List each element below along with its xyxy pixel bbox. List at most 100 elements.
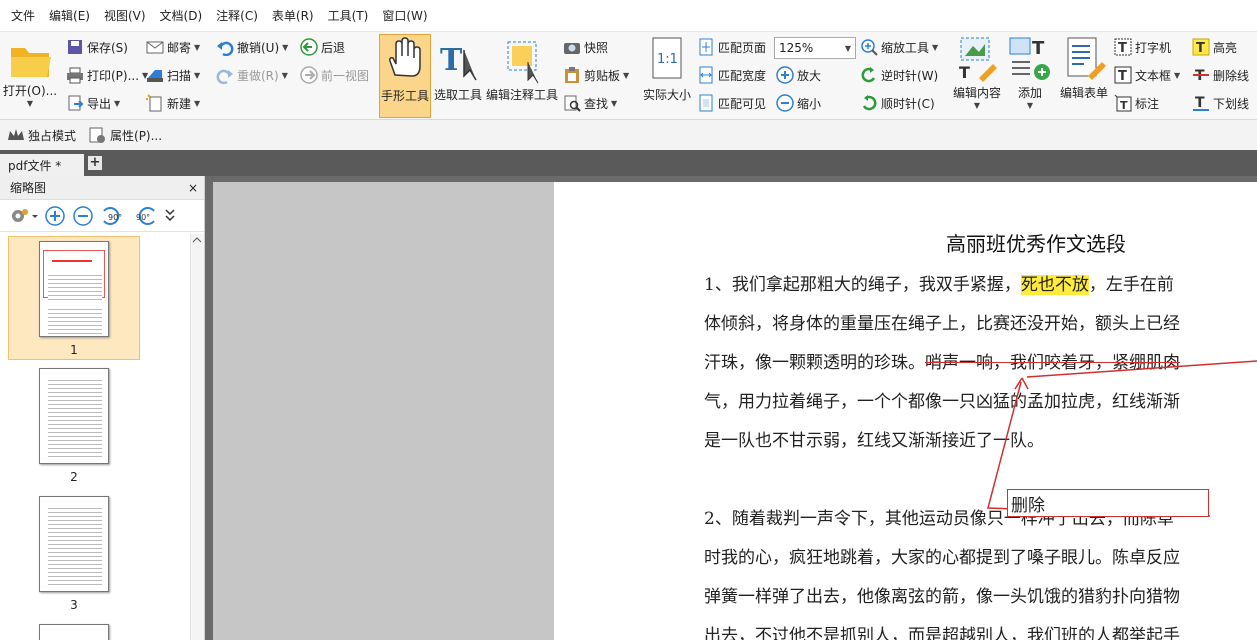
undo-button[interactable]: 撤销(U) ▼ (216, 36, 288, 58)
underline-button[interactable]: T 下划线 (1192, 92, 1249, 114)
chevron-down-icon: ▼ (194, 98, 201, 108)
actual-size-icon: 1:1 (652, 37, 682, 79)
textbox-button[interactable]: T 文本框 ▼ (1114, 64, 1180, 86)
textbox-icon: T (1114, 66, 1132, 84)
thumbnail-page-4[interactable] (8, 624, 140, 640)
menu-document[interactable]: 文档(D) (153, 0, 210, 32)
svg-text:T: T (1118, 69, 1127, 84)
select-tool-button[interactable]: T 选取工具 (432, 36, 484, 103)
zoom-tool-button[interactable]: 缩放工具 ▼ (860, 36, 938, 58)
zoom-in-icon (776, 66, 794, 84)
document-view[interactable]: 高丽班优秀作文选段 1、我们拿起那粗大的绳子，我双手紧握，死也不放，左手在前 体… (205, 176, 1257, 640)
add-button[interactable]: T 添加 ▼ (1006, 34, 1054, 110)
crown-icon (8, 129, 24, 140)
edit-annotation-tool-button[interactable]: 编辑注释工具 (485, 36, 559, 103)
forward-view-button[interactable]: 前一视图 (300, 64, 369, 86)
zoom-in-circle-icon[interactable] (44, 205, 66, 227)
callout-icon: T (1114, 94, 1132, 112)
thumbnail-scrollbar[interactable] (190, 234, 204, 640)
back-button[interactable]: 后退 (300, 36, 345, 58)
zoom-out-circle-icon[interactable] (72, 205, 94, 227)
zoom-out-button[interactable]: 缩小 (776, 92, 821, 114)
rotate-right-90-icon[interactable]: 90° (132, 205, 158, 227)
panel-title: 缩略图 (10, 181, 47, 195)
chevron-down-icon: ▼ (1174, 70, 1181, 80)
tab-pdf-file[interactable]: pdf文件 * (0, 154, 84, 176)
double-chevron-down-icon[interactable] (164, 205, 176, 227)
clipboard-button[interactable]: 剪贴板 ▼ (563, 64, 629, 86)
thumbnail-page-1[interactable]: 1 (8, 236, 140, 360)
chevron-down-icon: ▼ (611, 98, 618, 108)
callout-button[interactable]: T 标注 (1114, 92, 1159, 114)
chevron-down-icon: ▼ (194, 70, 201, 80)
fit-width-button[interactable]: 匹配宽度 (697, 64, 766, 86)
thumbnail-page-2[interactable]: 2 (8, 368, 140, 484)
scanner-icon (147, 70, 163, 82)
thumbnail-page-3[interactable]: 3 (8, 496, 140, 612)
new-tab-button[interactable]: + (88, 156, 102, 170)
strikeout-icon: T (1193, 68, 1209, 84)
printer-icon (67, 67, 83, 84)
rotate-ccw-button[interactable]: 逆时针(W) (860, 64, 938, 86)
menu-tools[interactable]: 工具(T) (321, 0, 376, 32)
text-cursor-icon: T (440, 43, 477, 81)
annotation-popup-note[interactable]: 删除 (1007, 489, 1209, 517)
open-button[interactable]: 打开(O)... ▼ (2, 38, 58, 108)
pdf-page[interactable]: 高丽班优秀作文选段 1、我们拿起那粗大的绳子，我双手紧握，死也不放，左手在前 体… (554, 182, 1257, 640)
rotate-left-90-icon[interactable]: 90° (100, 205, 126, 227)
rotate-left-icon (861, 67, 876, 83)
new-button[interactable]: 新建 ▼ (146, 92, 200, 114)
menu-window[interactable]: 窗口(W) (375, 0, 434, 32)
page-number: 1 (70, 343, 78, 357)
fit-page-button[interactable]: 匹配页面 (697, 36, 766, 58)
zoom-combobox[interactable]: 125% ▼ (774, 37, 856, 59)
find-document-icon (564, 95, 581, 112)
menu-view[interactable]: 视图(V) (97, 0, 153, 32)
mail-button[interactable]: 邮寄 ▼ (146, 36, 200, 58)
page-number: 3 (70, 598, 78, 612)
properties-button[interactable]: 属性(P)... (88, 126, 162, 144)
svg-text:1:1: 1:1 (657, 52, 678, 67)
chevron-down-icon: ▼ (623, 70, 630, 80)
svg-text:T: T (1120, 99, 1128, 112)
rotate-cw-button[interactable]: 顺时针(C) (860, 92, 935, 114)
rotate-right-icon (862, 95, 877, 111)
print-button[interactable]: 打印(P)... ▼ (66, 64, 148, 86)
menu-file[interactable]: 文件 (4, 0, 42, 32)
edit-form-button[interactable]: 编辑表单 (1056, 34, 1112, 101)
menu-form[interactable]: 表单(R) (265, 0, 321, 32)
scroll-up-icon[interactable] (191, 235, 203, 245)
save-button[interactable]: 保存(S) (66, 36, 128, 58)
close-panel-button[interactable]: × (188, 181, 198, 195)
highlight-button[interactable]: T 高亮 (1192, 36, 1237, 58)
svg-text:T: T (1118, 41, 1127, 56)
typewriter-button[interactable]: T 打字机 (1114, 36, 1171, 58)
chevron-down-icon: ▼ (114, 98, 121, 108)
actual-size-button[interactable]: 1:1 实际大小 (640, 36, 694, 103)
page-thumbnail (39, 241, 109, 337)
hand-tool-button[interactable]: 手形工具 (379, 34, 431, 118)
exclusive-mode-button[interactable]: 独占模式 (6, 126, 76, 144)
typewriter-icon: T (1114, 38, 1132, 56)
thumbnail-panel-header: 缩略图 × (0, 176, 204, 200)
fit-visible-button[interactable]: 匹配可见 (697, 92, 766, 114)
export-button[interactable]: 导出 ▼ (66, 92, 120, 114)
gear-icon[interactable] (8, 206, 38, 226)
zoom-in-button[interactable]: 放大 (776, 64, 821, 86)
strikeout-button[interactable]: T 删除线 (1192, 64, 1249, 86)
chevron-down-icon: ▼ (194, 42, 201, 52)
svg-text:90°: 90° (136, 213, 150, 222)
folder-icon (11, 48, 51, 77)
snapshot-button[interactable]: 快照 (563, 36, 608, 58)
document-tab-strip: pdf文件 * + (0, 150, 1257, 176)
properties-icon (89, 127, 106, 143)
save-icon (68, 40, 82, 54)
redo-button[interactable]: 重做(R) ▼ (216, 64, 288, 86)
camera-icon (564, 43, 580, 54)
find-button[interactable]: 查找 ▼ (563, 92, 617, 114)
menu-edit[interactable]: 编辑(E) (42, 0, 97, 32)
menu-comment[interactable]: 注释(C) (209, 0, 265, 32)
scan-button[interactable]: 扫描 ▼ (146, 64, 200, 86)
page-thumbnail (39, 624, 109, 640)
edit-content-button[interactable]: T 编辑内容 ▼ (950, 34, 1004, 110)
